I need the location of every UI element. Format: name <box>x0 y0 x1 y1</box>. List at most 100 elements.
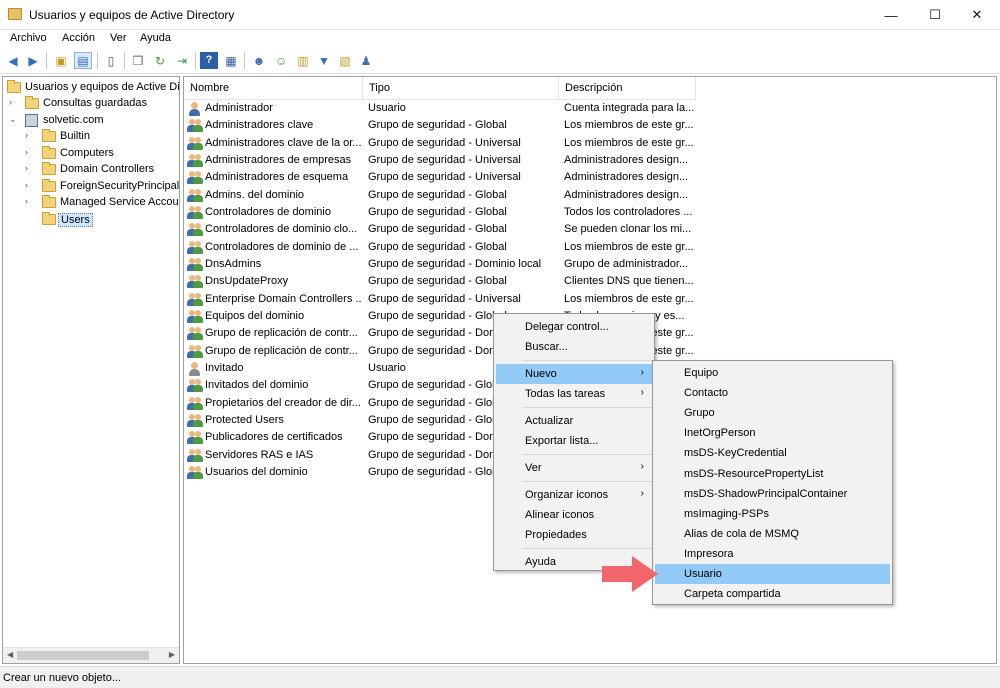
menu-item-label: Alinear iconos <box>525 509 595 521</box>
submenu-item[interactable]: InetOrgPerson <box>655 423 890 443</box>
menu-separator <box>522 360 652 361</box>
group-icon <box>187 292 203 307</box>
group-icon <box>187 309 203 324</box>
menu-item-label: Carpeta compartida <box>684 588 781 601</box>
table-row[interactable]: Controladores de dominio clo... Grupo de … <box>184 221 696 238</box>
delegate-icon[interactable]: ♟ <box>357 52 375 69</box>
copy-icon[interactable]: ❐ <box>129 52 147 69</box>
cell-name: Administradores clave de la or... <box>205 136 361 149</box>
submenu-item[interactable]: Equipo <box>655 363 890 383</box>
chevron-down-icon[interactable]: ⌄ <box>9 114 19 126</box>
new-ou-icon[interactable]: ▥ <box>294 52 312 69</box>
context-menu-item[interactable]: Buscar... <box>496 337 652 357</box>
submenu-item[interactable]: Impresora <box>655 544 890 564</box>
context-menu-item[interactable]: Ver › <box>496 458 652 478</box>
chevron-right-icon[interactable]: › <box>25 147 35 159</box>
submenu-item[interactable]: Alias de cola de MSMQ <box>655 524 890 544</box>
filter-icon[interactable]: ▼ <box>315 52 333 69</box>
cell-type: Grupo de seguridad - Global <box>368 223 507 236</box>
chevron-right-icon[interactable]: › <box>25 196 35 208</box>
back-icon[interactable]: ◀ <box>4 52 22 69</box>
show-console-tree-icon[interactable]: ▤ <box>74 52 92 69</box>
table-row[interactable]: DnsAdmins Grupo de seguridad - Dominio lo… <box>184 256 696 273</box>
context-menu-item[interactable]: Alinear iconos <box>496 505 652 525</box>
tree-horizontal-scrollbar[interactable]: ◀ ▶ <box>3 647 179 663</box>
cell-name: Controladores de dominio de ... <box>205 240 359 253</box>
menu-ayuda[interactable]: Ayuda <box>140 32 171 44</box>
table-row[interactable]: DnsUpdateProxy Grupo de seguridad - Globa… <box>184 273 696 290</box>
context-menu-item[interactable]: Exportar lista... <box>496 431 652 451</box>
minimize-button[interactable]: — <box>868 0 914 30</box>
menu-item-label: InetOrgPerson <box>684 427 756 440</box>
submenu-item[interactable]: msDS-ShadowPrincipalContainer <box>655 484 890 504</box>
up-folder-icon[interactable]: ▣ <box>52 52 70 69</box>
context-menu-item[interactable]: Actualizar <box>496 411 652 431</box>
table-row[interactable]: Administradores clave Grupo de seguridad … <box>184 117 696 134</box>
table-row[interactable]: Administradores de esquema Grupo de segur… <box>184 169 696 186</box>
menu-item-label: Grupo <box>684 407 715 420</box>
cell-description: Los miembros de este gr... <box>564 136 694 149</box>
ou-folder-icon <box>42 162 56 175</box>
export-list-icon[interactable]: ⇥ <box>173 52 191 69</box>
submenu-item[interactable]: Contacto <box>655 383 890 403</box>
cell-type: Grupo de seguridad - Global <box>368 240 507 253</box>
submenu-item[interactable]: msImaging-PSPs <box>655 504 890 524</box>
console-icon[interactable]: ▦ <box>222 52 240 69</box>
menu-item-label: Exportar lista... <box>525 435 599 447</box>
menu-archivo[interactable]: Archivo <box>10 32 47 44</box>
tree-item-label: ForeignSecurityPrincipals <box>60 180 180 192</box>
help-icon[interactable]: ? <box>200 52 218 69</box>
menu-item-label: Usuario <box>684 568 722 580</box>
context-menu-item[interactable]: Delegar control... <box>496 317 652 337</box>
scroll-right-icon[interactable]: ▶ <box>169 650 175 659</box>
properties-icon[interactable]: ▯ <box>102 52 120 69</box>
table-row[interactable]: Administradores de empresas Grupo de segu… <box>184 152 696 169</box>
menu-ver[interactable]: Ver <box>110 32 127 44</box>
new-user-icon[interactable]: ☻ <box>250 52 268 69</box>
table-row[interactable]: Administrador Usuario Cuenta integrada par… <box>184 100 696 117</box>
table-row[interactable]: Enterprise Domain Controllers ... Grupo d… <box>184 291 696 308</box>
scroll-left-icon[interactable]: ◀ <box>7 650 13 659</box>
refresh-icon[interactable]: ↻ <box>151 52 169 69</box>
column-header-descripcion[interactable]: Descripción <box>559 77 696 99</box>
submenu-item[interactable]: Grupo <box>655 403 890 423</box>
column-header-tipo[interactable]: Tipo <box>363 77 559 99</box>
submenu-item[interactable]: Usuario <box>655 564 890 584</box>
folder-icon <box>42 179 56 192</box>
menu-accion[interactable]: Acción <box>62 32 95 44</box>
chevron-right-icon[interactable]: › <box>25 180 35 192</box>
menu-item-label: Actualizar <box>525 415 574 427</box>
chevron-right-icon[interactable]: › <box>25 163 35 175</box>
table-row[interactable]: Administradores clave de la or... Grupo d… <box>184 135 696 152</box>
folder-icon <box>42 195 56 208</box>
close-button[interactable]: ✕ <box>954 0 1000 30</box>
menu-item-label: Buscar... <box>525 341 568 353</box>
submenu-item[interactable]: Carpeta compartida <box>655 584 890 604</box>
table-row[interactable]: Admins. del dominio Grupo de seguridad - … <box>184 187 696 204</box>
chevron-right-icon: › <box>640 387 644 398</box>
group-icon <box>187 413 203 428</box>
menu-item-label: msDS-ResourcePropertyList <box>684 467 824 480</box>
context-menu-item[interactable]: Todas las tareas › <box>496 384 652 404</box>
context-menu-item[interactable]: Nuevo › <box>496 364 652 384</box>
cell-name: Administrador <box>205 102 273 114</box>
menu-item-label: msDS-KeyCredential <box>684 447 787 460</box>
chevron-right-icon[interactable]: › <box>9 97 19 109</box>
new-group-icon[interactable]: ☺ <box>272 52 290 69</box>
add-to-group-icon[interactable]: ▧ <box>336 52 354 69</box>
scrollbar-thumb[interactable] <box>17 651 149 660</box>
folder-icon <box>42 129 56 142</box>
forward-icon[interactable]: ▶ <box>24 52 42 69</box>
context-menu-item[interactable]: Organizar iconos › <box>496 485 652 505</box>
maximize-button[interactable]: ☐ <box>912 0 958 30</box>
table-row[interactable]: Controladores de dominio Grupo de segurid… <box>184 204 696 221</box>
cell-name: Grupo de replicación de contr... <box>205 344 358 357</box>
table-row[interactable]: Controladores de dominio de ... Grupo de … <box>184 239 696 256</box>
group-icon <box>187 430 203 445</box>
submenu-item[interactable]: msDS-KeyCredential <box>655 443 890 463</box>
cell-description: Los miembros de este gr... <box>564 292 694 305</box>
submenu-item[interactable]: msDS-ResourcePropertyList <box>655 464 890 484</box>
chevron-right-icon[interactable]: › <box>25 130 35 142</box>
context-menu-item[interactable]: Propiedades <box>496 525 652 545</box>
column-header-nombre[interactable]: Nombre <box>184 77 363 99</box>
